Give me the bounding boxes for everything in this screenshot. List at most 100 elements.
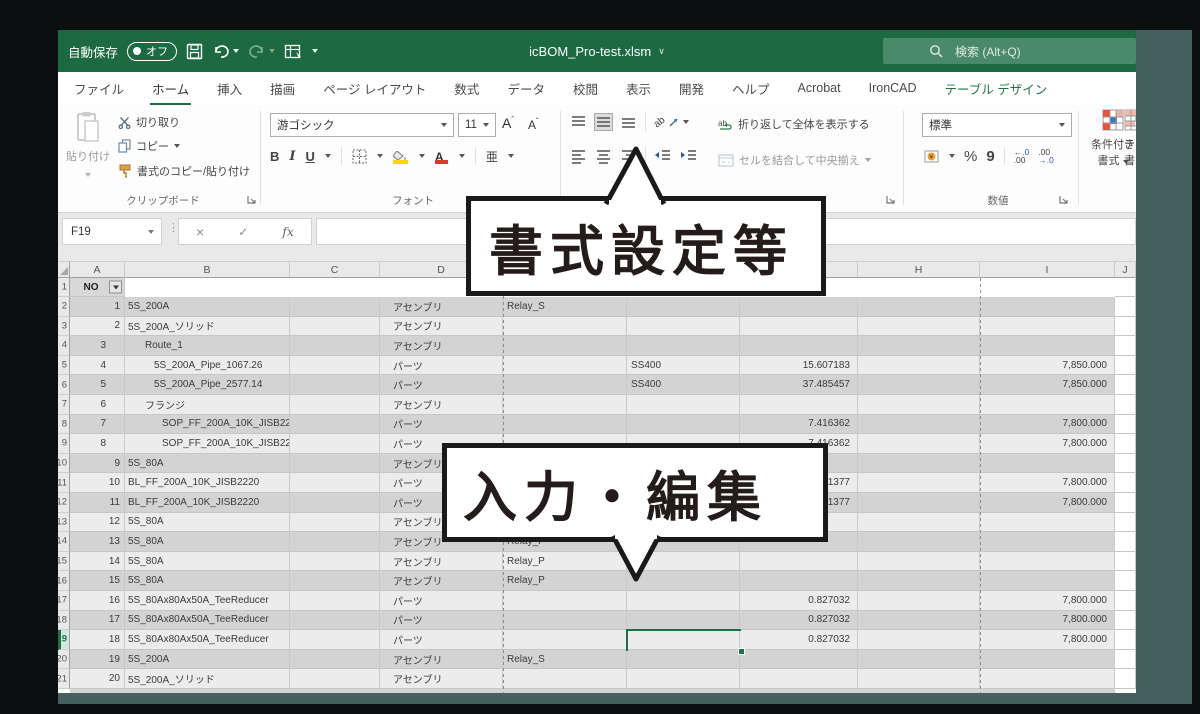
cell-spec[interactable] [858, 356, 980, 376]
cell-name[interactable]: 5S_200A_ソリッド [125, 669, 290, 689]
font-color-button[interactable]: A [435, 148, 449, 164]
cell-partno[interactable] [290, 336, 380, 356]
cell-relay[interactable] [503, 415, 627, 435]
undo-button[interactable] [212, 43, 239, 59]
cell-partno[interactable] [290, 591, 380, 611]
comma-style-button[interactable]: 9 [986, 148, 994, 165]
cell-mass[interactable] [740, 317, 858, 337]
cell-density[interactable] [980, 669, 1115, 689]
cell-no[interactable]: 15 [70, 571, 125, 591]
cell-no[interactable]: 9 [70, 454, 125, 474]
qat-customize-caret-icon[interactable] [312, 49, 318, 53]
cell-spec[interactable] [858, 552, 980, 572]
copy-button[interactable]: コピー [118, 138, 180, 154]
cell-name[interactable]: 5S_80A [125, 454, 290, 474]
cell-material[interactable]: SS400 [627, 356, 740, 376]
cell-material[interactable] [627, 611, 740, 631]
cell-empty[interactable] [1115, 532, 1136, 552]
cell-spec[interactable] [858, 473, 980, 493]
cell-name[interactable]: 5S_80A [125, 532, 290, 552]
cell-spec[interactable] [858, 532, 980, 552]
font-size-combo[interactable]: 11 [458, 113, 496, 137]
row-header[interactable]: 4 [58, 336, 70, 356]
cell-empty[interactable] [1115, 395, 1136, 415]
cut-button[interactable]: 切り取り [118, 114, 180, 130]
cell-type[interactable]: パーツ [380, 415, 503, 435]
cell-partno[interactable] [290, 317, 380, 337]
row-header[interactable]: 20 [58, 650, 70, 670]
cell-mass[interactable]: 0.827032 [740, 630, 858, 650]
row-header[interactable]: 16 [58, 571, 70, 591]
cell-relay[interactable] [503, 356, 627, 376]
cell-empty[interactable] [1115, 513, 1136, 533]
cell-name[interactable]: フランジ [125, 395, 290, 415]
cell-density[interactable]: 7,800.000 [980, 611, 1115, 631]
row-header[interactable]: 3 [58, 317, 70, 337]
grow-font-button[interactable]: Aˆ [502, 115, 514, 131]
align-bottom-icon[interactable] [620, 114, 637, 130]
cell-empty[interactable] [1115, 611, 1136, 631]
borders-caret-icon[interactable] [377, 154, 383, 158]
cell-density[interactable] [980, 513, 1115, 533]
tab-テーブル デザイン[interactable]: テーブル デザイン [931, 71, 1062, 107]
shrink-font-button[interactable]: Aˇ [528, 117, 539, 132]
align-top-icon[interactable] [570, 114, 587, 130]
cell-mass[interactable] [740, 571, 858, 591]
tab-Acrobat[interactable]: Acrobat [784, 73, 855, 104]
active-cell-F19[interactable] [626, 629, 741, 651]
cell-type[interactable]: アセンブリ [380, 317, 503, 337]
cell-empty[interactable] [1115, 297, 1136, 317]
cell-name[interactable]: BL_FF_200A_10K_JISB2220 [125, 493, 290, 513]
cell-spec[interactable] [858, 591, 980, 611]
cell-material[interactable] [627, 395, 740, 415]
cell-spec[interactable] [858, 493, 980, 513]
tab-挿入[interactable]: 挿入 [203, 71, 256, 107]
cell-spec[interactable] [858, 669, 980, 689]
cell-empty[interactable] [1115, 630, 1136, 650]
cell-name[interactable]: 5S_200A [125, 297, 290, 317]
tab-数式[interactable]: 数式 [440, 71, 493, 107]
cell-type[interactable]: アセンブリ [380, 336, 503, 356]
row-header[interactable]: 14 [58, 532, 70, 552]
cell-relay[interactable] [503, 591, 627, 611]
cell-density[interactable] [980, 297, 1115, 317]
cell-partno[interactable] [290, 415, 380, 435]
row-header[interactable]: 13 [58, 513, 70, 533]
cell-type[interactable]: パーツ [380, 630, 503, 650]
cell-name[interactable]: 5S_200A_ソリッド [125, 317, 290, 337]
row-header[interactable]: 6 [58, 375, 70, 395]
underline-caret-icon[interactable] [325, 154, 331, 158]
col-header-B[interactable]: B [125, 262, 290, 278]
cell-no[interactable]: 17 [70, 611, 125, 631]
increase-decimal-button[interactable]: ←.0.00 [1014, 148, 1030, 164]
cell-no[interactable]: 6 [70, 395, 125, 415]
cell-spec[interactable] [858, 434, 980, 454]
cell-mass[interactable] [740, 297, 858, 317]
cell-partno[interactable] [290, 571, 380, 591]
cell-density[interactable]: 7,800.000 [980, 415, 1115, 435]
italic-button[interactable]: I [289, 149, 295, 164]
cell-spec[interactable] [858, 415, 980, 435]
cancel-icon[interactable]: × [196, 224, 204, 240]
row-header[interactable]: 5 [58, 356, 70, 376]
wrap-text-button[interactable]: ab 折り返して全体を表示する [718, 116, 870, 132]
percent-style-button[interactable]: % [964, 148, 977, 165]
row-header[interactable]: 8 [58, 415, 70, 435]
cell-relay[interactable] [503, 611, 627, 631]
cell-mass[interactable] [740, 336, 858, 356]
row-header[interactable]: 2 [58, 297, 70, 317]
cell-density[interactable] [980, 317, 1115, 337]
cell-partno[interactable] [290, 454, 380, 474]
increase-indent-icon[interactable] [680, 148, 698, 164]
tab-データ[interactable]: データ [493, 71, 559, 107]
cell-partno[interactable] [290, 513, 380, 533]
row-header[interactable]: 7 [58, 395, 70, 415]
cell-material[interactable] [627, 591, 740, 611]
cell-no[interactable]: 11 [70, 493, 125, 513]
currency-icon[interactable]: ¥ [924, 149, 940, 164]
cell-relay[interactable] [503, 395, 627, 415]
cell-no[interactable]: 14 [70, 552, 125, 572]
cell-spec[interactable] [858, 611, 980, 631]
cell-name[interactable]: 5S_80Ax80Ax50A_TeeReducer [125, 611, 290, 631]
cell-mass[interactable]: 7.416362 [740, 415, 858, 435]
